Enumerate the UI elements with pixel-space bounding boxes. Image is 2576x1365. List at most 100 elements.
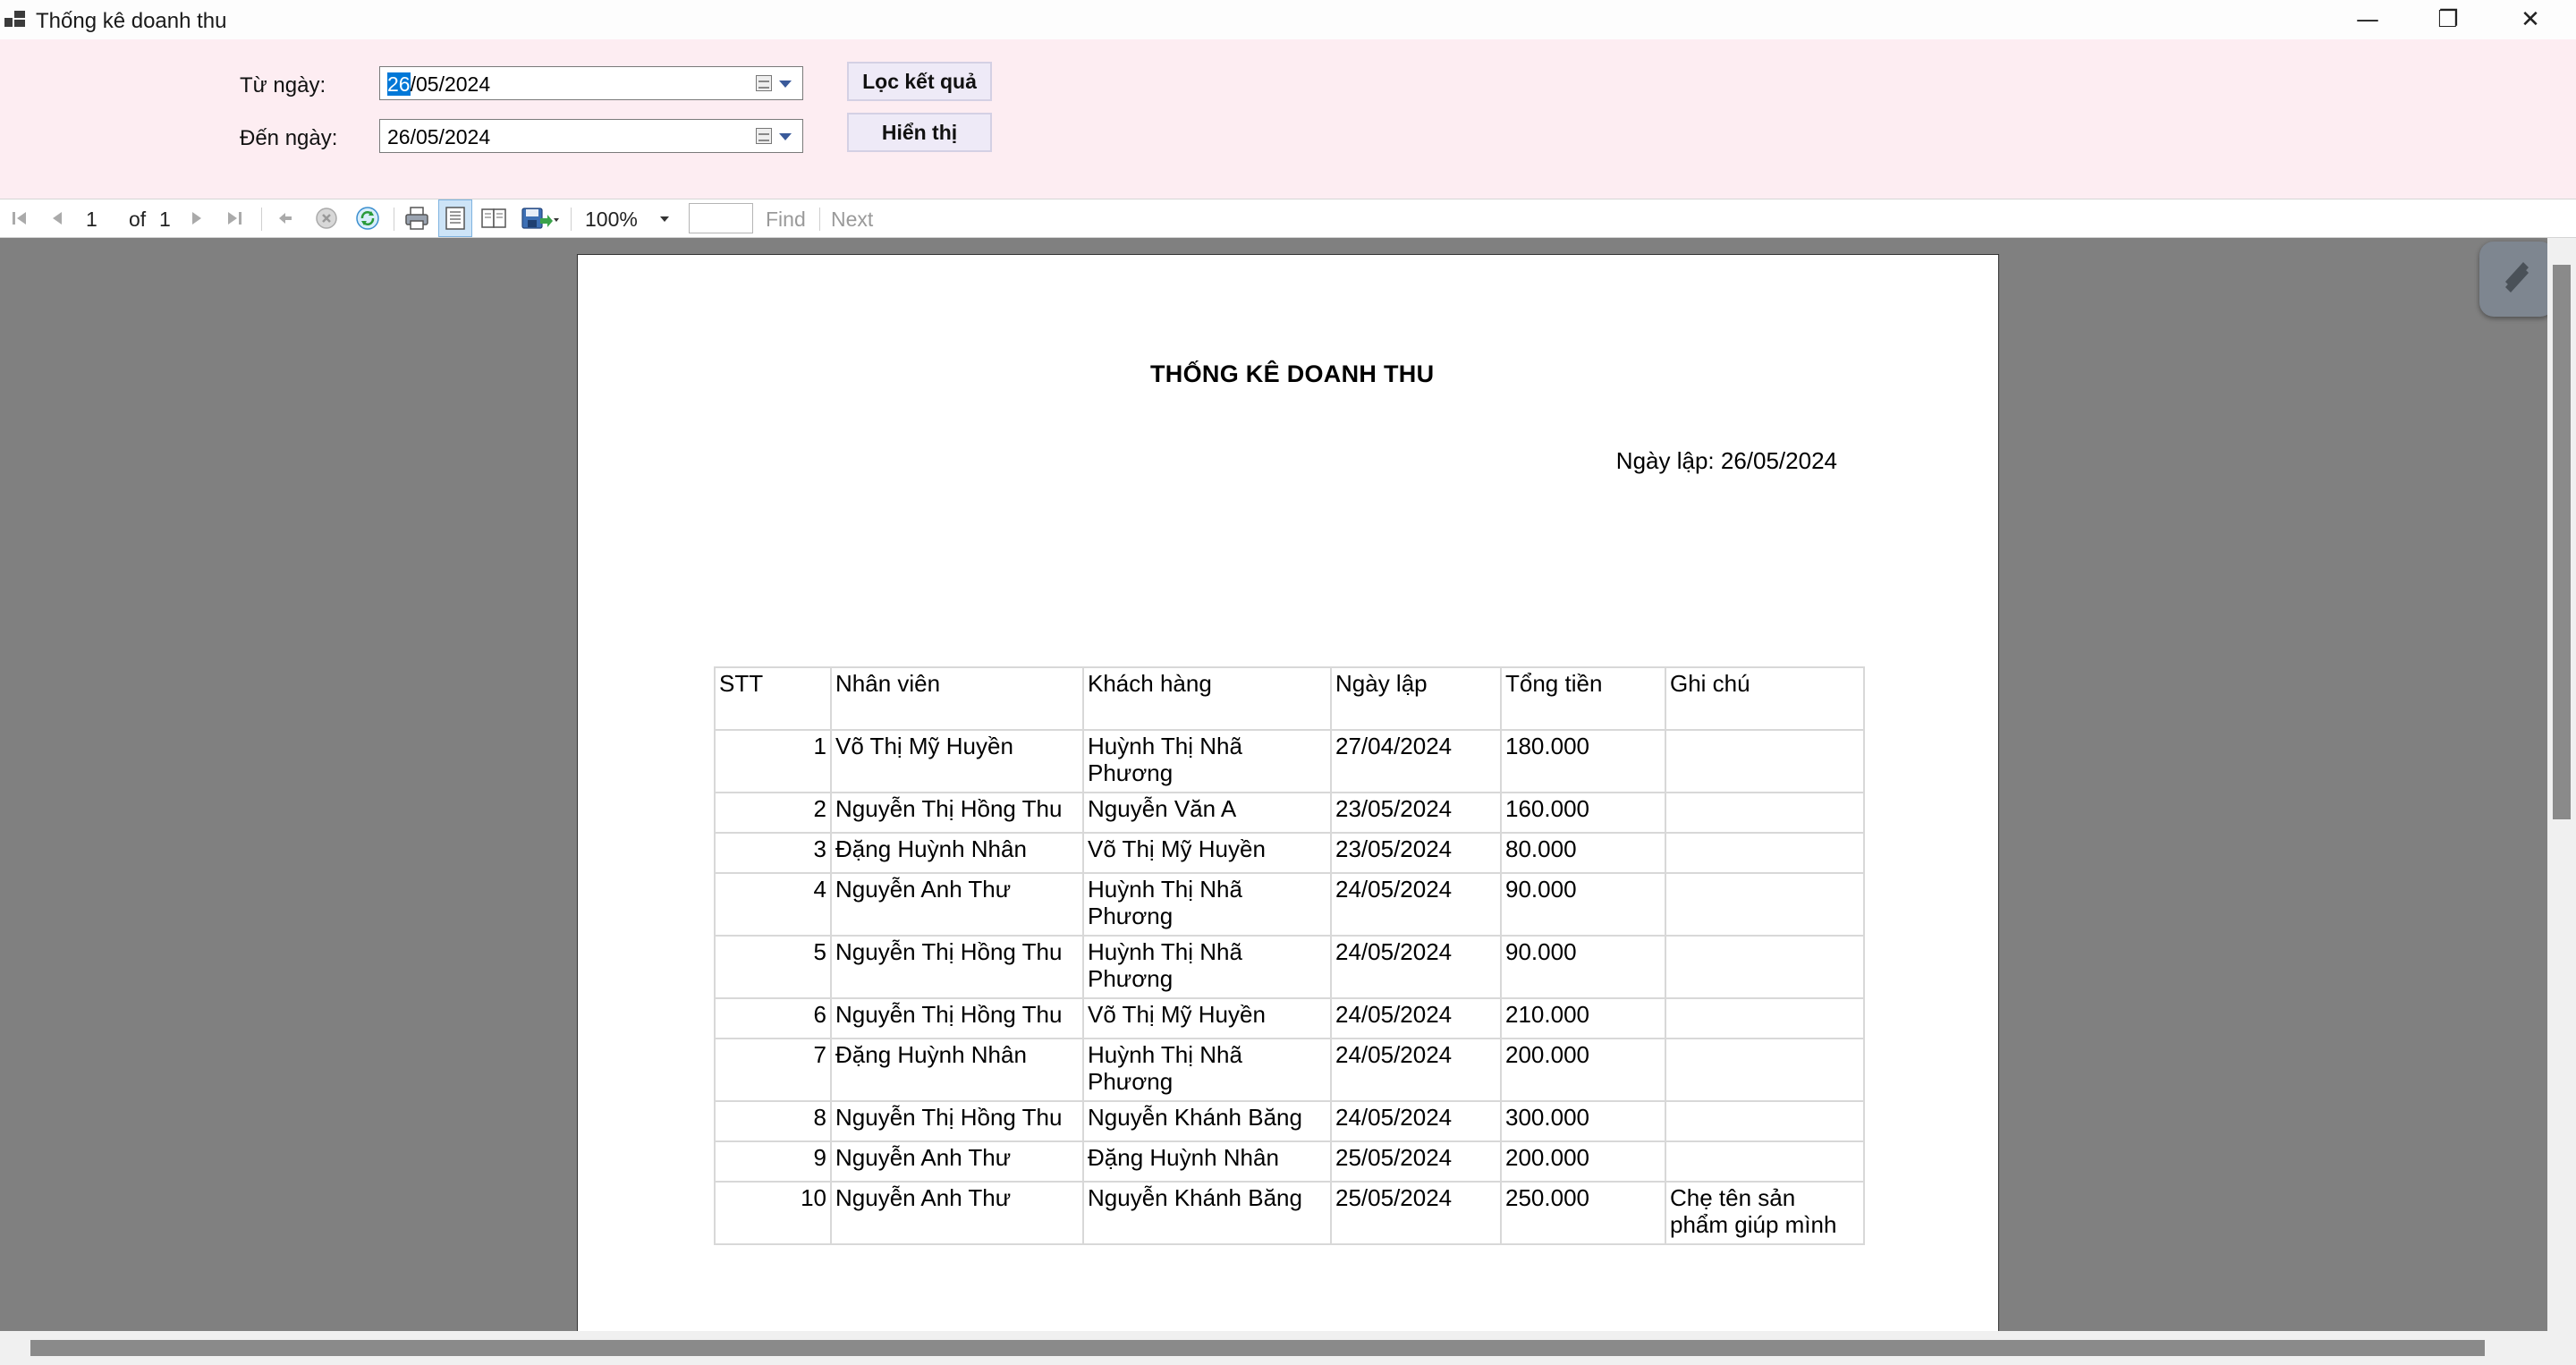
table-cell-nhan-vien: Nguyễn Thị Hồng Thu: [830, 1100, 1084, 1142]
table-cell-stt: 8: [714, 1100, 832, 1142]
table-cell-ngay-lap: 24/05/2024: [1330, 997, 1502, 1039]
minimize-button[interactable]: —: [2327, 0, 2408, 39]
column-header: Ghi chú: [1665, 666, 1865, 731]
find-button[interactable]: Find: [766, 208, 806, 232]
table-cell-ghi-chu: [1665, 1038, 1865, 1102]
previous-page-icon[interactable]: [43, 199, 72, 237]
table-cell-nhan-vien: Đặng Huỳnh Nhân: [830, 1038, 1084, 1102]
table-row: 9 Nguyễn Anh Thư Đặng Huỳnh Nhân 25/05/2…: [714, 1140, 1865, 1183]
table-cell-tong-tien: 200.000: [1500, 1038, 1666, 1102]
table-row: 4 Nguyễn Anh Thư Huỳnh Thị Nhã Phương 24…: [714, 872, 1865, 937]
floating-assistant-button[interactable]: [2479, 242, 2555, 317]
table-cell-nhan-vien: Nguyễn Thị Hồng Thu: [830, 935, 1084, 999]
table-cell-nhan-vien: Võ Thị Mỹ Huyền: [830, 729, 1084, 793]
vertical-scroll-thumb[interactable]: [2553, 265, 2571, 819]
table-cell-ngay-lap: 23/05/2024: [1330, 792, 1502, 834]
find-next-button[interactable]: Next: [831, 208, 873, 232]
table-cell-khach-hang: Võ Thị Mỹ Huyền: [1082, 997, 1332, 1039]
table-cell-tong-tien: 80.000: [1500, 832, 1666, 874]
table-cell-ngay-lap: 24/05/2024: [1330, 935, 1502, 999]
maximize-button[interactable]: ❐: [2408, 0, 2488, 39]
table-row: 6 Nguyễn Thị Hồng Thu Võ Thị Mỹ Huyền 24…: [714, 997, 1865, 1039]
table-cell-ngay-lap: 23/05/2024: [1330, 832, 1502, 874]
app-window-icon[interactable]: [4, 11, 26, 29]
table-cell-ghi-chu: [1665, 935, 1865, 999]
to-date-value[interactable]: 26/05/2024: [387, 125, 490, 149]
table-cell-tong-tien: 300.000: [1500, 1100, 1666, 1142]
table-cell-khach-hang: Huỳnh Thị Nhã Phương: [1082, 872, 1332, 937]
report-date: Ngày lập: 26/05/2024: [1615, 447, 1837, 474]
print-icon[interactable]: [401, 199, 433, 237]
column-header: Ngày lập: [1330, 666, 1502, 731]
table-cell-stt: 6: [714, 997, 832, 1039]
table-cell-nhan-vien: Nguyễn Anh Thư: [830, 872, 1084, 937]
table-cell-tong-tien: 200.000: [1500, 1140, 1666, 1183]
close-button[interactable]: ✕: [2490, 0, 2571, 39]
show-button[interactable]: Hiển thị: [847, 113, 992, 152]
column-header: STT: [714, 666, 832, 731]
horizontal-scroll-thumb[interactable]: [30, 1340, 2485, 1356]
minimize-icon: —: [2356, 6, 2379, 33]
table-cell-khach-hang: Huỳnh Thị Nhã Phương: [1082, 729, 1332, 793]
chevron-down-icon[interactable]: [779, 133, 792, 140]
table-cell-ghi-chu: [1665, 832, 1865, 874]
horizontal-scrollbar[interactable]: [0, 1331, 2547, 1365]
table-row: 8 Nguyễn Thị Hồng Thu Nguyễn Khánh Băng …: [714, 1100, 1865, 1142]
toolbar-divider: [261, 208, 262, 231]
from-date-value[interactable]: 26/05/2024: [387, 72, 490, 97]
table-cell-nhan-vien: Nguyễn Thị Hồng Thu: [830, 997, 1084, 1039]
title-bar: Thống kê doanh thu — ❐ ✕: [0, 0, 2576, 39]
refresh-icon[interactable]: [352, 199, 383, 237]
lightning-icon: [2495, 255, 2539, 304]
to-date-picker[interactable]: 26/05/2024: [379, 119, 803, 153]
table-cell-khach-hang: Đặng Huỳnh Nhân: [1082, 1140, 1332, 1183]
print-layout-icon[interactable]: [438, 199, 472, 237]
vertical-scrollbar[interactable]: [2547, 238, 2576, 1331]
total-pages: 1: [159, 208, 171, 231]
stop-icon[interactable]: [311, 199, 342, 237]
toolbar-divider: [819, 208, 820, 231]
next-page-icon[interactable]: [182, 199, 211, 237]
first-page-icon[interactable]: [5, 199, 34, 237]
table-cell-stt: 4: [714, 872, 832, 937]
back-icon[interactable]: [270, 199, 301, 237]
table-cell-ghi-chu: [1665, 872, 1865, 937]
table-cell-ngay-lap: 24/05/2024: [1330, 872, 1502, 937]
calendar-icon[interactable]: [756, 75, 772, 91]
table-cell-stt: 5: [714, 935, 832, 999]
find-input[interactable]: [689, 203, 753, 233]
table-cell-ghi-chu: [1665, 1140, 1865, 1183]
table-cell-ngay-lap: 24/05/2024: [1330, 1038, 1502, 1102]
export-icon[interactable]: [517, 199, 564, 237]
page-setup-icon[interactable]: [478, 199, 510, 237]
zoom-dropdown[interactable]: 100%: [578, 203, 678, 233]
column-header: Khách hàng: [1082, 666, 1332, 731]
chevron-down-icon: [660, 216, 669, 222]
table-cell-tong-tien: 180.000: [1500, 729, 1666, 793]
zoom-value: 100%: [585, 208, 638, 231]
window-title: Thống kê doanh thu: [36, 9, 227, 33]
chevron-down-icon[interactable]: [779, 81, 792, 88]
calendar-icon[interactable]: [756, 128, 772, 144]
table-cell-ghi-chu: [1665, 1100, 1865, 1142]
current-page-input[interactable]: 1: [86, 208, 97, 232]
table-cell-khach-hang: Nguyễn Khánh Băng: [1082, 1100, 1332, 1142]
filter-panel: Từ ngày: 26/05/2024 Đến ngày: 26/05/2024…: [0, 39, 2576, 199]
table-cell-tong-tien: 90.000: [1500, 872, 1666, 937]
table-cell-ngay-lap: 25/05/2024: [1330, 1181, 1502, 1245]
filter-results-button[interactable]: Lọc kết quả: [847, 62, 992, 101]
column-header: Tổng tiền: [1500, 666, 1666, 731]
table-cell-tong-tien: 160.000: [1500, 792, 1666, 834]
table-row: 3 Đặng Huỳnh Nhân Võ Thị Mỹ Huyền 23/05/…: [714, 832, 1865, 874]
to-date-label: Đến ngày:: [240, 126, 338, 150]
report-viewer[interactable]: THỐNG KÊ DOANH THU Ngày lập: 26/05/2024 …: [0, 238, 2547, 1331]
table-cell-khach-hang: Nguyễn Văn A: [1082, 792, 1332, 834]
table-row: 2 Nguyễn Thị Hồng Thu Nguyễn Văn A 23/05…: [714, 792, 1865, 834]
last-page-icon[interactable]: [220, 199, 249, 237]
table-cell-tong-tien: 210.000: [1500, 997, 1666, 1039]
table-cell-ghi-chu: [1665, 729, 1865, 793]
table-cell-stt: 9: [714, 1140, 832, 1183]
table-cell-ghi-chu: [1665, 792, 1865, 834]
from-date-picker[interactable]: 26/05/2024: [379, 66, 803, 100]
revenue-table: STT Nhân viên Khách hàng Ngày lập Tổng t…: [714, 666, 1865, 1245]
